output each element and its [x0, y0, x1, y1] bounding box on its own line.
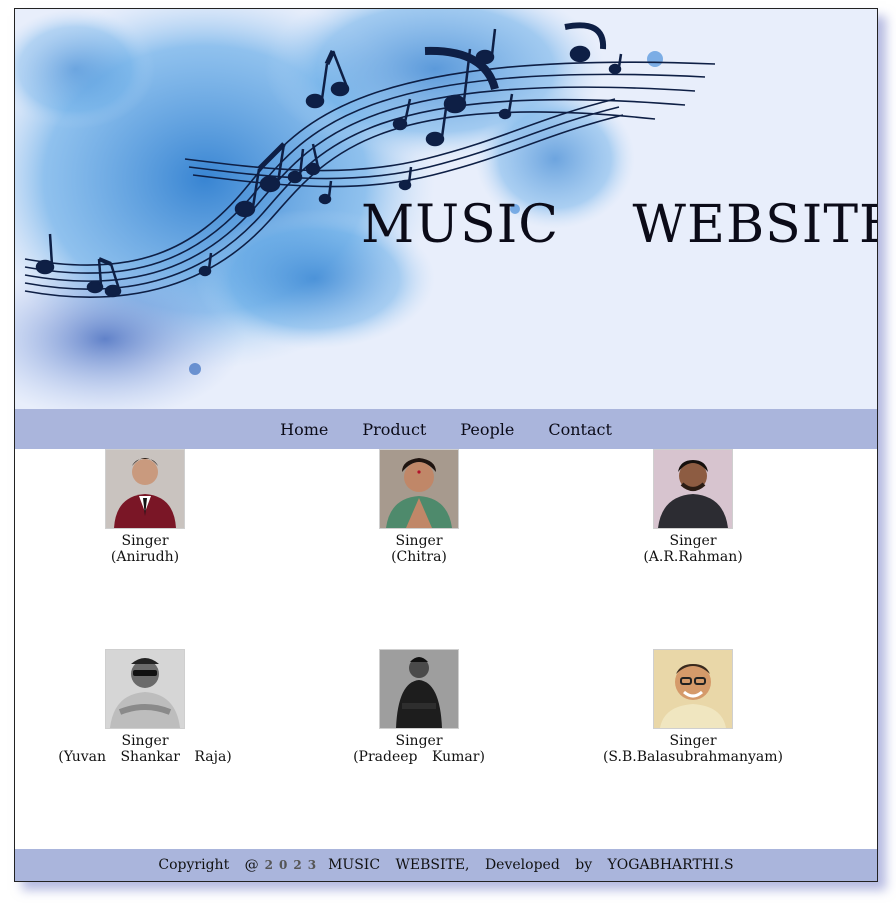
person-role: Singer	[395, 733, 443, 749]
person-name: (Pradeep Kumar)	[353, 749, 485, 765]
person-card: Singer (A.R.Rahman)	[583, 449, 803, 565]
chitra-photo	[379, 449, 459, 529]
copyright-prefix: Copyright @	[158, 857, 259, 873]
nav-home[interactable]: Home	[280, 420, 328, 439]
hero-banner: MUSIC WEBSITE	[15, 9, 877, 409]
copyright-suffix: MUSIC WEBSITE, Developed by YOGABHARTHI.…	[328, 857, 734, 873]
person-name: (Anirudh)	[110, 549, 180, 565]
person-card: Singer (Anirudh)	[35, 449, 255, 565]
person-role: Singer	[121, 733, 169, 749]
nav-people[interactable]: People	[460, 420, 514, 439]
person-role: Singer	[669, 533, 717, 549]
arrahman-photo	[653, 449, 733, 529]
site-title: MUSIC WEBSITE	[361, 195, 877, 255]
nav-contact[interactable]: Contact	[548, 420, 612, 439]
person-card: Singer (Yuvan Shankar Raja)	[35, 649, 255, 765]
person-role: Singer	[395, 533, 443, 549]
person-name: (Yuvan Shankar Raja)	[58, 749, 232, 765]
anirudh-photo	[105, 449, 185, 529]
yuvan-photo	[105, 649, 185, 729]
person-role: Singer	[669, 733, 717, 749]
person-role: Singer	[121, 533, 169, 549]
page-frame: MUSIC WEBSITE Home Product People Contac…	[14, 8, 878, 882]
main-nav: Home Product People Contact	[15, 409, 877, 449]
pradeep-photo	[379, 649, 459, 729]
person-card: Singer (S.B.Balasubrahmanyam)	[583, 649, 803, 765]
nav-product[interactable]: Product	[362, 420, 426, 439]
spb-photo	[653, 649, 733, 729]
page-footer: Copyright @ 2023 MUSIC WEBSITE, Develope…	[15, 849, 877, 881]
person-name: (Chitra)	[391, 549, 447, 565]
person-name: (A.R.Rahman)	[643, 549, 743, 565]
copyright-year: 2023	[264, 858, 323, 872]
person-name: (S.B.Balasubrahmanyam)	[602, 749, 784, 765]
person-card: Singer (Pradeep Kumar)	[309, 649, 529, 765]
person-card: Singer (Chitra)	[309, 449, 529, 565]
